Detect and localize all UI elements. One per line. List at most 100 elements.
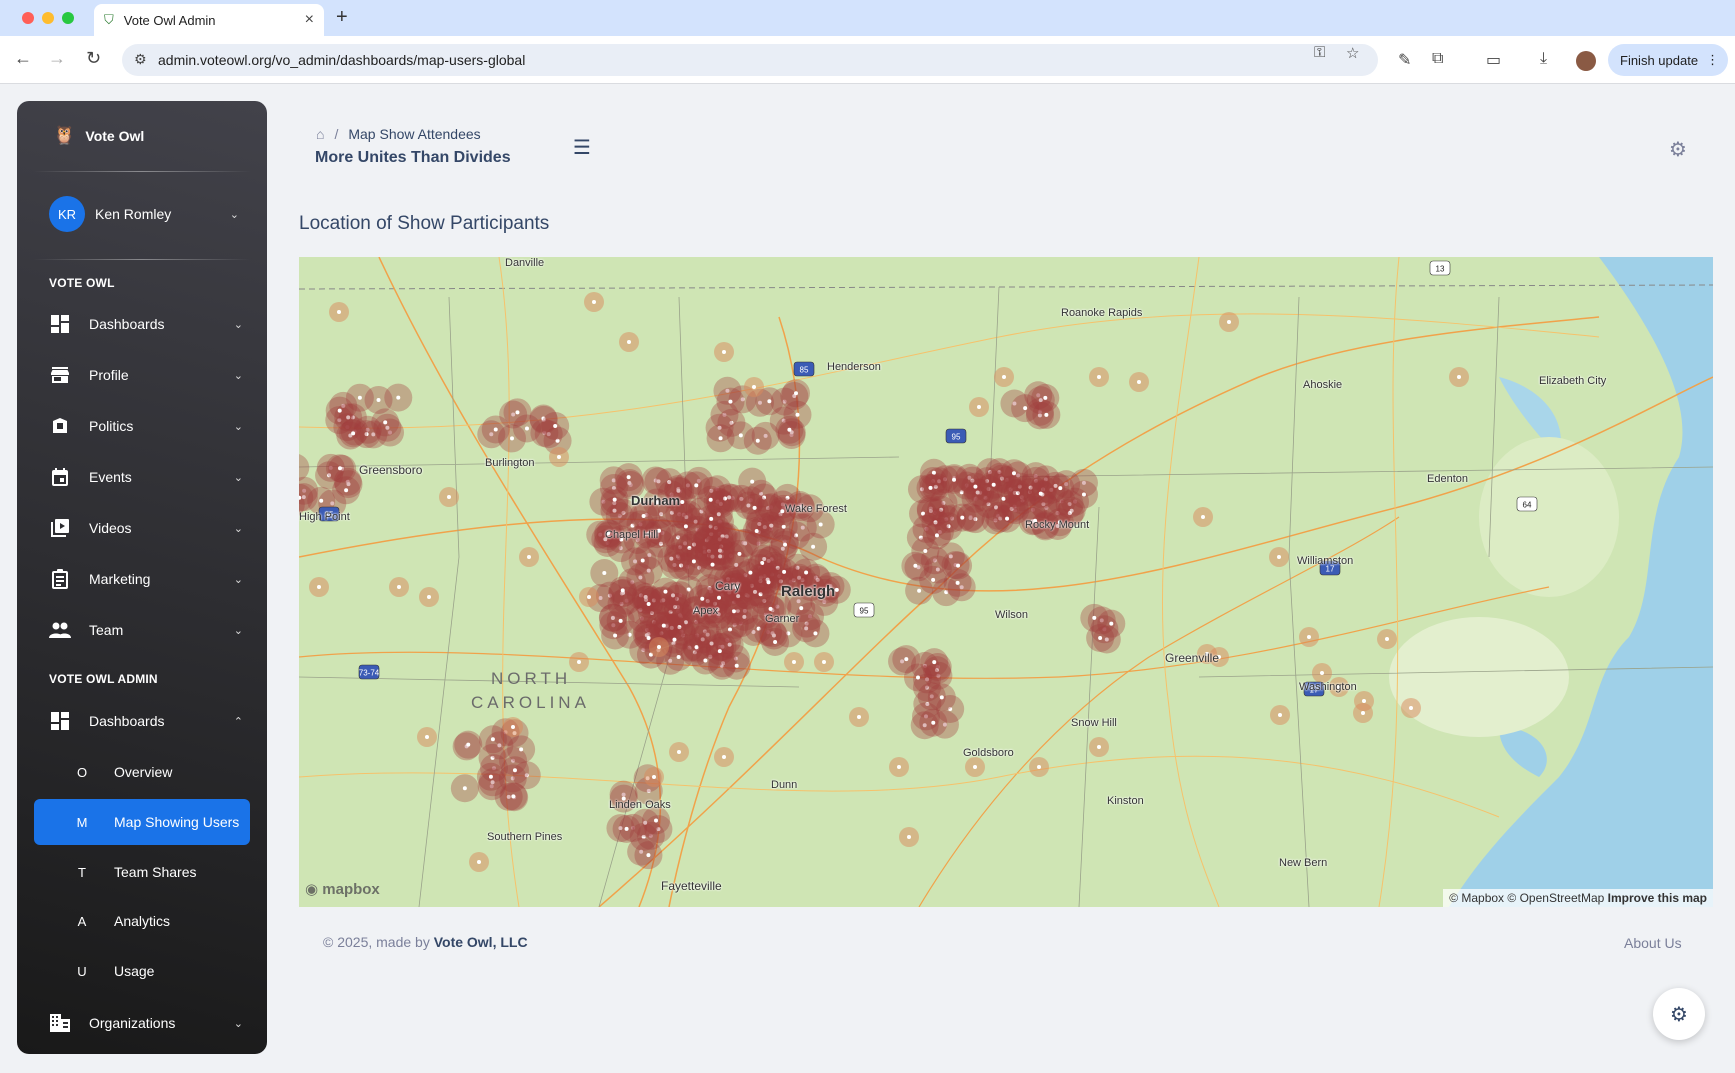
sidebar-item-events[interactable]: Events ⌄ (49, 457, 243, 497)
reload-icon[interactable]: ↻ (86, 48, 101, 69)
user-location-dot[interactable] (956, 563, 961, 568)
user-location-dot[interactable] (738, 433, 743, 438)
user-location-dot[interactable] (703, 658, 708, 663)
bookmark-star-icon[interactable]: ☆ (1346, 44, 1359, 62)
user-location-dot[interactable] (913, 563, 918, 568)
user-location-dot[interactable] (1137, 380, 1141, 384)
user-location-dot[interactable] (319, 498, 324, 503)
user-location-dot[interactable] (646, 635, 651, 640)
user-location-dot[interactable] (510, 436, 515, 441)
user-location-dot[interactable] (344, 488, 349, 493)
user-location-dot[interactable] (960, 515, 965, 520)
user-location-dot[interactable] (466, 742, 471, 747)
user-location-dot[interactable] (553, 423, 558, 428)
user-location-dot[interactable] (1201, 515, 1205, 519)
user-location-dot[interactable] (396, 395, 401, 400)
user-location-dot[interactable] (427, 595, 431, 599)
user-location-dot[interactable] (1097, 375, 1101, 379)
user-location-dot[interactable] (1320, 671, 1324, 675)
sidebar-subitem-map-showing-users[interactable]: M Map Showing Users (34, 799, 250, 845)
home-icon[interactable]: ⌂ (316, 126, 324, 142)
user-location-dot[interactable] (793, 391, 798, 396)
user-location-dot[interactable] (1278, 713, 1282, 717)
user-location-dot[interactable] (592, 300, 596, 304)
user-location-dot[interactable] (383, 420, 388, 425)
user-location-dot[interactable] (577, 660, 581, 664)
user-location-dot[interactable] (955, 580, 960, 585)
user-location-dot[interactable] (462, 786, 467, 791)
user-location-dot[interactable] (1023, 406, 1028, 411)
user-location-dot[interactable] (973, 484, 978, 489)
map-canvas[interactable]: 1385859573-7495641717 (299, 257, 1713, 907)
user-location-dot[interactable] (527, 555, 531, 559)
user-location-dot[interactable] (618, 618, 623, 623)
user-location-dot[interactable] (511, 794, 516, 799)
user-location-dot[interactable] (783, 542, 788, 547)
user-location-dot[interactable] (337, 466, 342, 471)
user-location-dot[interactable] (351, 431, 356, 436)
user-location-dot[interactable] (768, 606, 773, 611)
user-location-dot[interactable] (624, 826, 629, 831)
extensions-puzzle-icon[interactable]: ⧉ (1432, 50, 1443, 68)
user-location-dot[interactable] (932, 660, 937, 665)
user-location-dot[interactable] (1227, 320, 1231, 324)
close-window-button[interactable] (22, 12, 34, 24)
user-location-dot[interactable] (710, 562, 715, 567)
user-location-dot[interactable] (1361, 711, 1365, 715)
user-location-dot[interactable] (799, 606, 804, 611)
user-location-dot[interactable] (792, 660, 796, 664)
user-location-dot[interactable] (923, 549, 928, 554)
user-location-dot[interactable] (781, 524, 786, 529)
user-location-dot[interactable] (1457, 375, 1461, 379)
user-location-dot[interactable] (716, 595, 721, 600)
user-location-dot[interactable] (652, 775, 656, 779)
user-location-dot[interactable] (1362, 699, 1366, 703)
password-key-icon[interactable]: ⚿ (1314, 44, 1325, 61)
finish-update-button[interactable]: Finish update ⋮ (1608, 44, 1728, 76)
gear-icon[interactable]: ⚙ (1669, 137, 1687, 162)
user-location-dot[interactable] (782, 569, 787, 574)
address-bar[interactable]: ⚙ admin.voteowl.org/vo_admin/dashboards/… (122, 44, 1378, 76)
user-location-dot[interactable] (397, 585, 401, 589)
user-location-dot[interactable] (654, 818, 659, 823)
profile-avatar[interactable] (1576, 51, 1596, 71)
user-location-dot[interactable] (1005, 516, 1010, 521)
user-location-dot[interactable] (663, 589, 668, 594)
user-location-dot[interactable] (991, 482, 996, 487)
brand[interactable]: 🦉 Vote Owl (53, 125, 144, 146)
sidebar-item-dashboards[interactable]: Dashboards ⌄ (49, 304, 243, 344)
user-location-dot[interactable] (722, 755, 726, 759)
user-location-dot[interactable] (767, 399, 772, 404)
user-location-dot[interactable] (676, 654, 681, 659)
user-location-dot[interactable] (1043, 395, 1048, 400)
user-location-dot[interactable] (1098, 635, 1103, 640)
sidebar-item-organizations[interactable]: Organizations ⌄ (49, 1003, 243, 1043)
attribution-mapbox-link[interactable]: © Mapbox (1449, 891, 1504, 905)
user-location-dot[interactable] (1044, 412, 1049, 417)
user-location-dot[interactable] (691, 559, 696, 564)
close-tab-icon[interactable]: × (305, 11, 314, 29)
sidebar-subitem-overview[interactable]: O Overview (34, 749, 250, 795)
sidebar-item-admin-dashboards[interactable]: Dashboards ⌃ (49, 701, 243, 741)
user-location-dot[interactable] (641, 513, 646, 518)
user-location-dot[interactable] (904, 657, 909, 662)
user-location-dot[interactable] (857, 715, 861, 719)
user-location-dot[interactable] (700, 596, 705, 601)
user-location-dot[interactable] (1277, 555, 1281, 559)
user-location-dot[interactable] (1011, 471, 1016, 476)
user-menu[interactable]: KR Ken Romley ⌄ (49, 196, 239, 232)
user-location-dot[interactable] (677, 750, 681, 754)
user-location-dot[interactable] (620, 588, 625, 593)
user-location-dot[interactable] (708, 497, 713, 502)
user-location-dot[interactable] (493, 427, 498, 432)
user-location-dot[interactable] (722, 350, 726, 354)
sidebar-item-profile[interactable]: Profile ⌄ (49, 355, 243, 395)
back-icon[interactable]: ← (14, 48, 32, 69)
user-location-dot[interactable] (672, 637, 677, 642)
user-location-dot[interactable] (752, 505, 757, 510)
user-location-dot[interactable] (818, 522, 823, 527)
sidebar-item-team[interactable]: Team ⌄ (49, 610, 243, 650)
user-location-dot[interactable] (934, 533, 939, 538)
user-location-dot[interactable] (357, 395, 362, 400)
user-location-dot[interactable] (717, 649, 722, 654)
